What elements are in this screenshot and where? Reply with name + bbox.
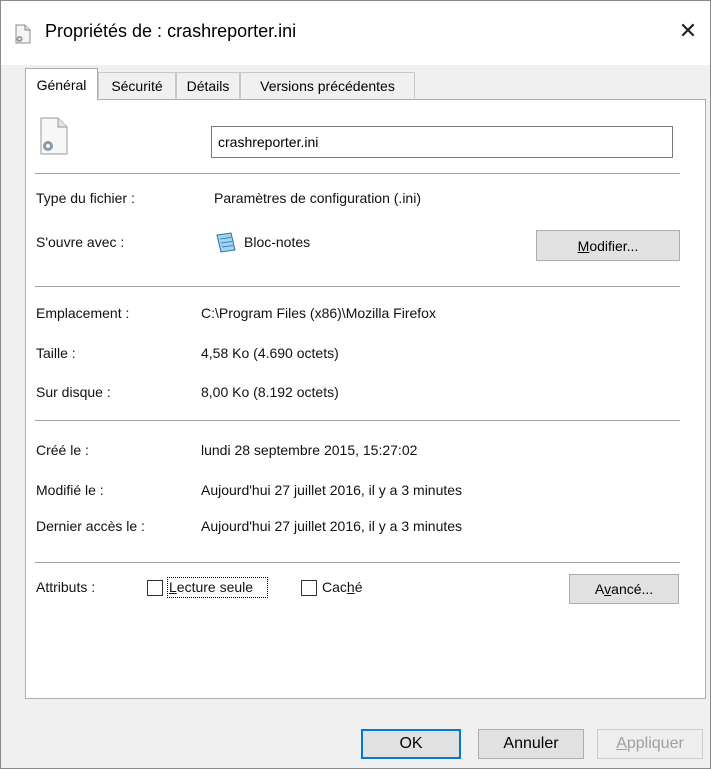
- modified-value: Aujourd'hui 27 juillet 2016, il y a 3 mi…: [201, 482, 463, 498]
- apply-label: ppliquer: [626, 735, 684, 752]
- size-value: 4,58 Ko (4.690 octets): [201, 345, 339, 361]
- separator: [35, 286, 680, 287]
- general-tab-panel: crashreporter.ini Type du fichier : Para…: [25, 99, 706, 699]
- advanced-accel: v: [604, 581, 612, 597]
- title-bar[interactable]: Propriétés de : crashreporter.ini ✕: [1, 1, 710, 65]
- hidden-text-b: é: [354, 579, 363, 595]
- hidden-checkbox[interactable]: [301, 580, 317, 596]
- change-accel: M: [577, 237, 590, 254]
- close-icon: ✕: [678, 18, 698, 44]
- tab-details[interactable]: Détails: [176, 72, 240, 98]
- opens-with-app: Bloc-notes: [244, 234, 311, 250]
- created-label: Créé le :: [36, 442, 89, 458]
- tab-general[interactable]: Général: [25, 68, 98, 100]
- location-value: C:\Program Files (x86)\Mozilla Firefox: [201, 305, 436, 321]
- ini-file-icon: [15, 24, 31, 44]
- advanced-text-a: A: [594, 581, 605, 597]
- advanced-text-b: ancé...: [611, 581, 654, 597]
- separator: [35, 562, 680, 563]
- accessed-value: Aujourd'hui 27 juillet 2016, il y a 3 mi…: [201, 518, 463, 534]
- separator: [35, 420, 680, 421]
- change-label: odifier...: [589, 237, 639, 254]
- readonly-accel: L: [169, 579, 177, 595]
- size-on-disk-value: 8,00 Ko (8.192 octets): [201, 384, 339, 400]
- ini-file-icon: [40, 117, 68, 155]
- apply-accel: A: [616, 735, 627, 752]
- ok-button[interactable]: OK: [361, 729, 461, 759]
- attributes-label: Attributs :: [36, 579, 96, 595]
- created-value: lundi 28 septembre 2015, 15:27:02: [201, 442, 418, 458]
- hidden-label[interactable]: Caché: [322, 579, 363, 595]
- notepad-icon: [216, 232, 236, 253]
- close-button[interactable]: ✕: [666, 11, 710, 51]
- file-type-label: Type du fichier :: [36, 190, 135, 206]
- hidden-text-a: Cac: [322, 579, 347, 595]
- file-type-value: Paramètres de configuration (.ini): [214, 190, 421, 206]
- separator: [35, 173, 680, 174]
- file-name-input[interactable]: crashreporter.ini: [211, 126, 673, 158]
- change-button[interactable]: Modifier...: [536, 230, 680, 261]
- apply-button[interactable]: Appliquer: [597, 729, 703, 759]
- readonly-checkbox[interactable]: [147, 580, 163, 596]
- advanced-button[interactable]: Av ancé...: [569, 574, 679, 604]
- opens-with-label: S'ouvre avec :: [36, 234, 125, 250]
- properties-dialog: Propriétés de : crashreporter.ini ✕ Géné…: [0, 0, 711, 769]
- tab-security[interactable]: Sécurité: [98, 72, 176, 98]
- accessed-label: Dernier accès le :: [36, 518, 145, 534]
- cancel-button[interactable]: Annuler: [478, 729, 584, 759]
- readonly-text: ecture seule: [176, 579, 254, 595]
- location-label: Emplacement :: [36, 305, 130, 321]
- readonly-label[interactable]: Lecture seule: [169, 579, 253, 595]
- window-title: Propriétés de : crashreporter.ini: [45, 21, 297, 41]
- size-on-disk-label: Sur disque :: [36, 384, 111, 400]
- modified-label: Modifié le :: [36, 482, 104, 498]
- hidden-accel: h: [346, 579, 355, 595]
- size-label: Taille :: [36, 345, 76, 361]
- tab-previous-versions[interactable]: Versions précédentes: [240, 72, 415, 98]
